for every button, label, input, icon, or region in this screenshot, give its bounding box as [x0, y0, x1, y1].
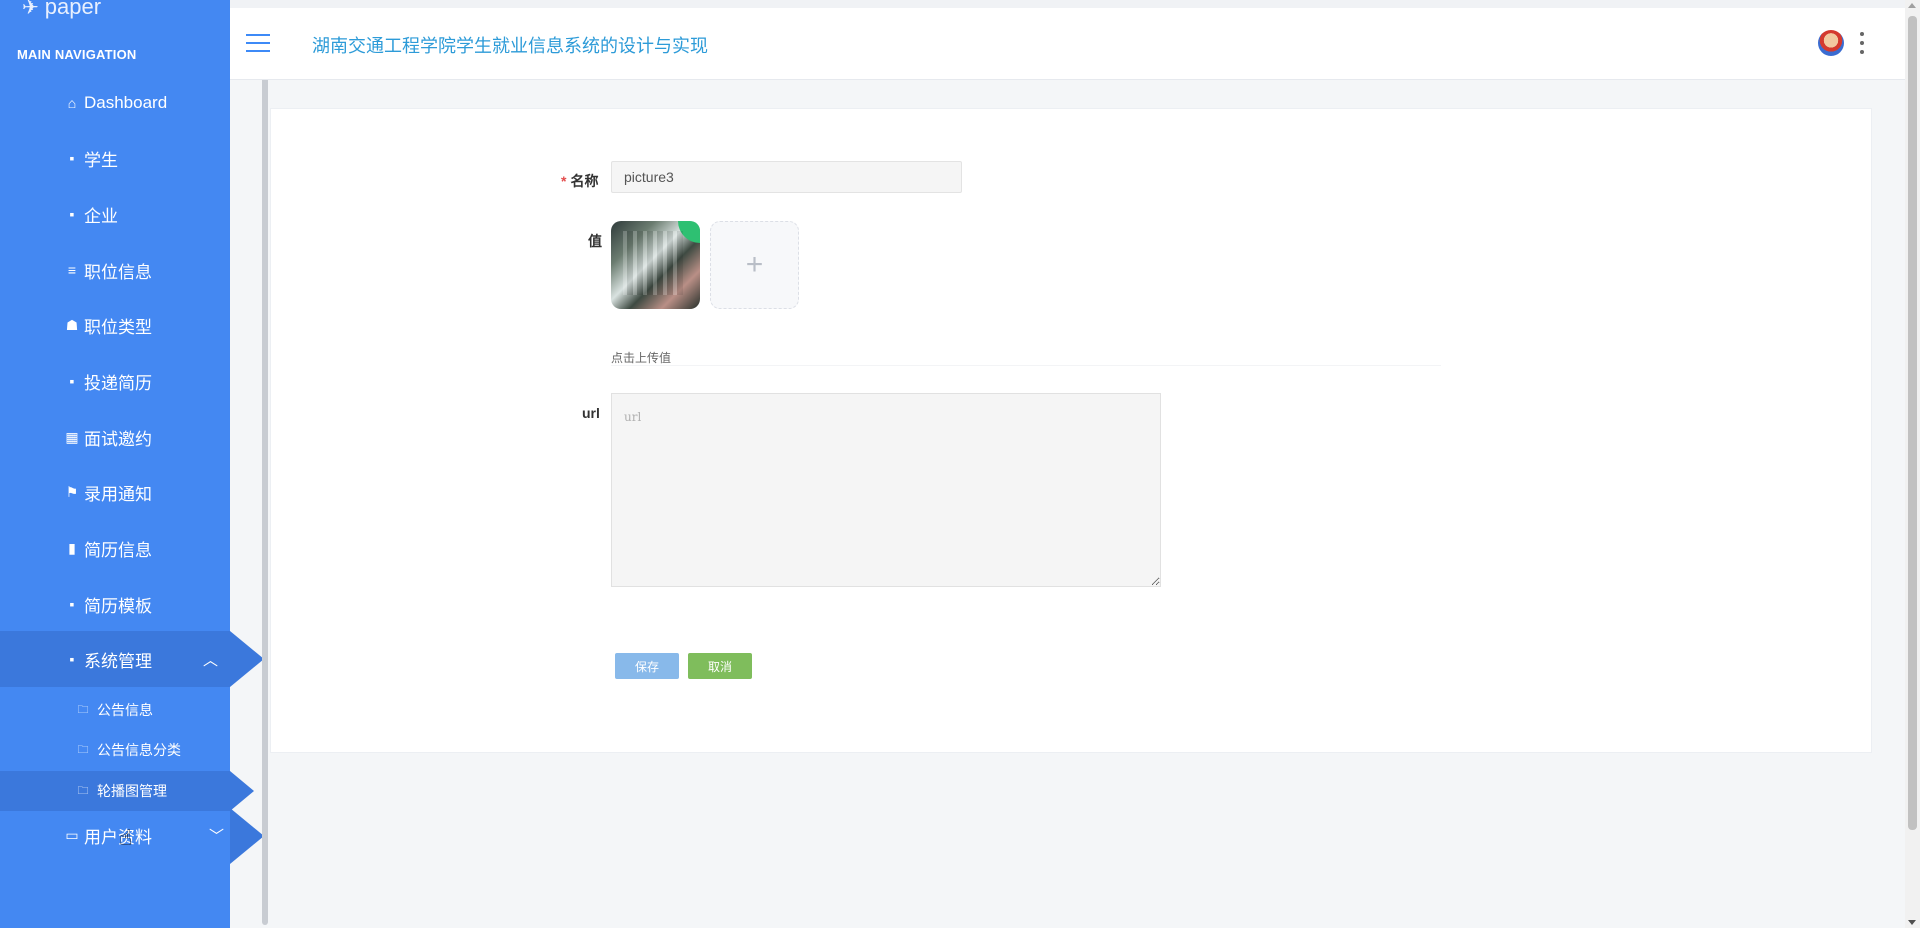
table-icon: ▦	[65, 428, 79, 445]
sidebar-item-label: 学生	[84, 150, 118, 170]
sidebar-subitem-label: 公告信息	[97, 702, 153, 718]
logo-text: paper	[44, 0, 102, 19]
flag-icon: ⚑	[65, 483, 79, 500]
sidebar-item-system-management[interactable]: ▪ 系统管理 ︿	[0, 631, 264, 687]
sidebar-item-job-types[interactable]: ☗ 职位类型	[0, 297, 230, 353]
chevron-down-icon: ﹀	[208, 827, 224, 845]
sidebar-subitem-label: 轮播图管理	[97, 783, 167, 799]
sidebar-item-resume-templates[interactable]: ▪ 简历模板	[0, 576, 230, 632]
scroll-up-icon[interactable]	[1908, 3, 1916, 8]
sidebar-item-offer-notices[interactable]: ⚑ 录用通知	[0, 464, 230, 520]
page-title: 湖南交通工程学院学生就业信息系统的设计与实现	[312, 36, 708, 56]
sidebar-item-resume-submission[interactable]: ▪ 投递简历	[0, 353, 230, 409]
name-label: * 名称	[561, 173, 599, 189]
sidebar-subitem-announcements[interactable]: 🗀 公告信息	[0, 690, 230, 730]
name-input[interactable]	[611, 161, 962, 193]
sidebar-item-label: 投递简历	[84, 373, 152, 393]
required-mark: *	[561, 173, 567, 189]
sidebar-item-students[interactable]: ▪ 学生	[0, 130, 230, 186]
scroll-down-icon[interactable]	[1908, 920, 1916, 925]
scrollbar-thumb[interactable]	[1908, 16, 1917, 830]
plus-icon: +	[745, 248, 764, 281]
value-label: 值	[588, 233, 602, 249]
sidebar-item-interview-invitations[interactable]: ▦ 面试邀约	[0, 409, 230, 465]
sidebar-item-resume-info[interactable]: ▮ 简历信息	[0, 520, 230, 576]
divider	[611, 365, 1441, 366]
more-options-icon[interactable]	[1856, 32, 1868, 54]
save-button[interactable]: 保存	[615, 653, 679, 679]
sidebar-item-label: 企业	[84, 206, 118, 226]
sidebar-subitem-carousel-management[interactable]: 🗀 轮播图管理	[0, 771, 254, 811]
sidebar: ✈ paper MAIN NAVIGATION ⌂ Dashboard ▪ 学生…	[0, 0, 264, 928]
sidebar-item-user-profile[interactable]: ▭ 用户资料 ﹀	[0, 808, 264, 864]
sidebar-subitem-label: 公告信息分类	[97, 742, 181, 758]
home-icon: ⌂	[67, 95, 77, 111]
sidebar-item-label: 简历信息	[84, 540, 152, 560]
sidebar-item-label: 职位信息	[84, 262, 152, 282]
upload-hint: 点击上传值	[611, 351, 672, 365]
grid-icon: ▪	[69, 596, 75, 612]
upload-button[interactable]: +	[710, 221, 799, 309]
window-scrollbar[interactable]	[1905, 0, 1920, 928]
sidebar-scrollbar[interactable]	[262, 40, 268, 925]
sidebar-item-job-info[interactable]: ≡ 职位信息	[0, 242, 230, 298]
nav-section-title: MAIN NAVIGATION	[17, 47, 137, 62]
sidebar-item-label: Dashboard	[84, 93, 168, 112]
top-strip	[230, 0, 1905, 8]
folder-icon: 🗀	[77, 784, 89, 797]
sidebar-item-label: 职位类型	[84, 317, 152, 337]
tag-icon: ☗	[65, 316, 79, 333]
hand-cursor-icon: ☝	[119, 825, 133, 850]
folder-icon: 🗀	[77, 743, 89, 756]
folder-icon: 🗀	[77, 703, 89, 716]
grid-icon: ▪	[69, 206, 75, 222]
sidebar-item-label: 简历模板	[84, 596, 152, 616]
clipboard-icon: ▮	[68, 539, 76, 556]
menu-toggle-icon[interactable]	[246, 34, 270, 52]
url-textarea[interactable]	[611, 393, 1161, 587]
list-icon: ≡	[67, 262, 77, 278]
avatar[interactable]	[1818, 30, 1844, 56]
sidebar-subitem-announcement-categories[interactable]: 🗀 公告信息分类	[0, 730, 230, 770]
url-label: url	[582, 405, 600, 421]
grid-icon: ▪	[69, 651, 75, 667]
paper-plane-icon: ✈	[22, 0, 39, 19]
grid-icon: ▪	[69, 150, 75, 166]
sidebar-item-label: 录用通知	[84, 484, 152, 504]
form-card: *名称 值 + 点击上传值 url 保存 取消	[270, 108, 1872, 753]
chevron-up-icon: ︿	[202, 651, 218, 669]
sidebar-item-dashboard[interactable]: ⌂ Dashboard	[0, 75, 230, 131]
cancel-button[interactable]: 取消	[688, 653, 752, 679]
sidebar-item-companies[interactable]: ▪ 企业	[0, 186, 230, 242]
sidebar-item-label: 系统管理	[84, 651, 152, 671]
sidebar-item-label: 面试邀约	[84, 429, 152, 449]
uploaded-image-thumbnail[interactable]	[611, 221, 700, 309]
card-icon: ▭	[65, 826, 79, 843]
top-header: 湖南交通工程学院学生就业信息系统的设计与实现	[230, 8, 1905, 80]
app-logo[interactable]: ✈ paper	[22, 0, 101, 20]
grid-icon: ▪	[69, 373, 75, 389]
sidebar-item-label: 用户资料	[84, 827, 152, 847]
